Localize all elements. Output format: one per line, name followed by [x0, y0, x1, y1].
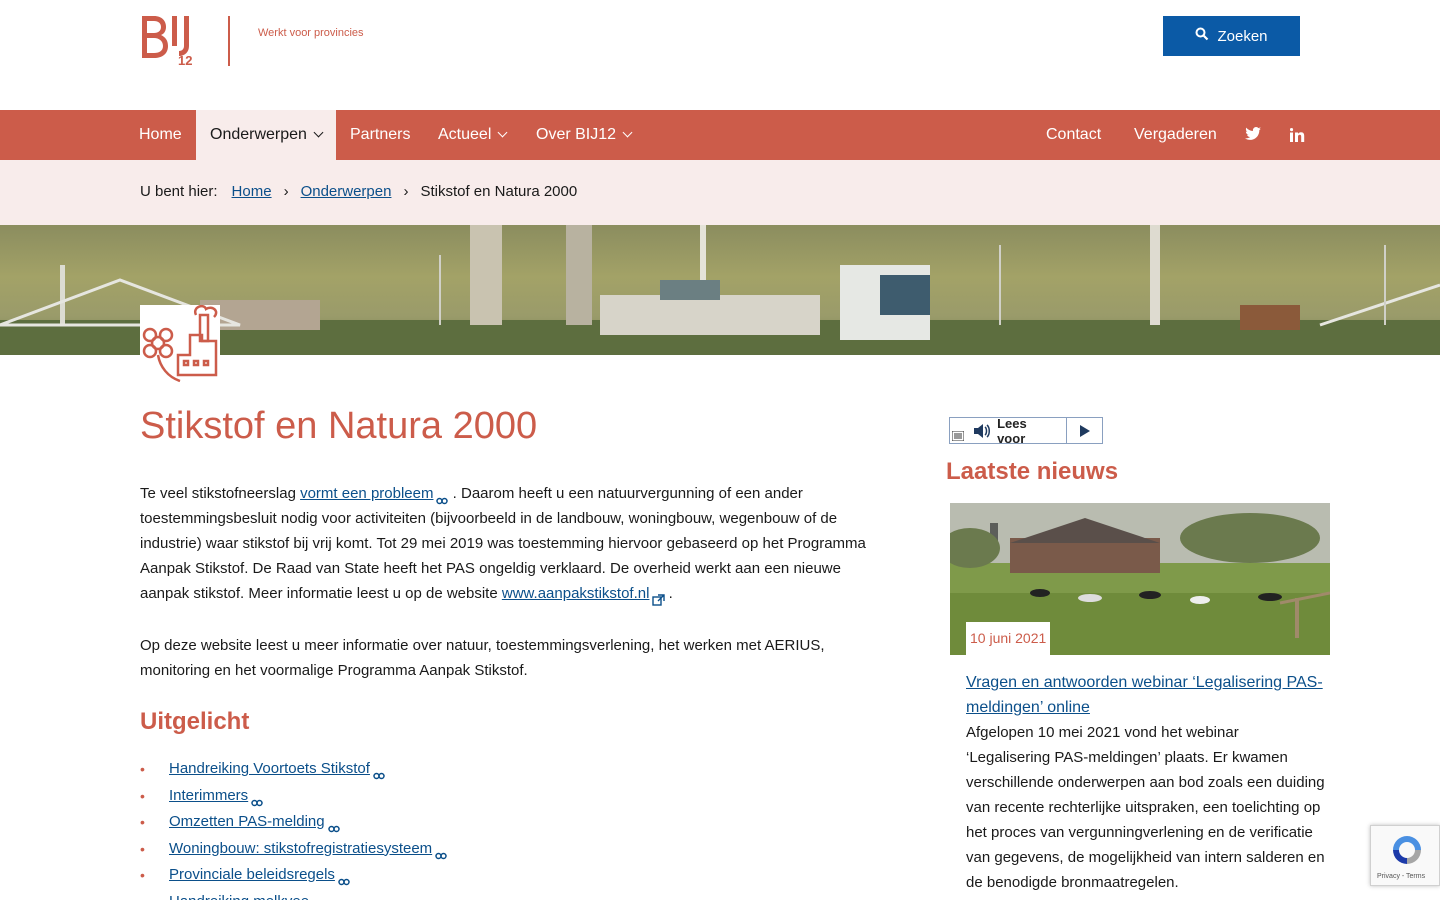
recaptcha-links[interactable]: Privacy - Terms	[1377, 873, 1425, 880]
nav-item-actueel[interactable]: Actueel	[438, 110, 508, 160]
breadcrumb-home[interactable]: Home	[232, 183, 272, 200]
aanpakstikstof-link-label: www.aanpakstikstof.nl	[501, 585, 650, 602]
uitgelicht-link[interactable]: Interimmers	[169, 783, 248, 810]
link-icon	[327, 817, 340, 833]
bullet-icon: •	[140, 889, 169, 900]
external-link-icon	[652, 589, 666, 606]
recaptcha-icon	[1391, 834, 1423, 871]
nav-item-label: Onderwerpen	[210, 126, 307, 143]
readspeaker-button[interactable]: Lees voor	[949, 415, 1103, 446]
topic-icon	[140, 304, 220, 385]
uitgelicht-list: • Handreiking Voortoets Stikstof • Interim…	[140, 756, 447, 900]
nav-item-label: Partners	[350, 126, 411, 143]
nav-item-partners[interactable]: Partners	[350, 110, 410, 160]
uitgelicht-link[interactable]: Provinciale beleidsregels	[169, 862, 335, 889]
breadcrumb-current: Stikstof en Natura 2000	[420, 183, 578, 200]
bullet-icon: •	[140, 867, 145, 883]
nav-item-label: Over BIJ12	[536, 126, 617, 143]
breadcrumb-onderwerpen[interactable]: Onderwerpen	[301, 183, 392, 200]
chevron-down-icon	[622, 127, 633, 138]
breadcrumb-separator: ›	[283, 183, 289, 200]
tagline: Werkt voor provincies	[258, 27, 364, 39]
list-item: • Provinciale beleidsregels	[140, 862, 447, 889]
breadcrumb-separator: ›	[403, 183, 409, 200]
link-icon	[436, 489, 449, 505]
problem-link[interactable]: vormt een probleem	[300, 485, 433, 502]
list-item: • Woningbouw: stikstofregistratiesysteem	[140, 836, 447, 863]
link-icon	[338, 870, 350, 886]
intro-text: Te veel stikstofneerslag	[140, 485, 301, 502]
speaker-icon	[973, 423, 991, 439]
play-icon[interactable]	[1066, 418, 1102, 443]
bullet-icon: •	[140, 761, 145, 777]
site-header: 12 Werkt voor provincies Zoeken	[0, 0, 1440, 110]
nav-item-home[interactable]: Home	[139, 110, 182, 160]
breadcrumb: U bent hier: Home › Onderwerpen › Stikst…	[0, 160, 1440, 225]
logo-divider	[228, 16, 230, 66]
list-item: •Handreiking melkvee	[140, 889, 447, 900]
uitgelicht-heading: Uitgelicht	[140, 708, 250, 735]
search-button[interactable]: Zoeken	[1163, 16, 1300, 56]
breadcrumb-prefix: U bent hier:	[140, 183, 218, 200]
uitgelicht-link[interactable]: Omzetten PAS-melding	[169, 809, 325, 836]
uitgelicht-link[interactable]: Woningbouw: stikstofregistratiesysteem	[169, 836, 432, 863]
nav-item-label: Home	[139, 126, 182, 143]
link-icon	[373, 764, 385, 780]
link-icon	[251, 791, 263, 806]
list-item: • Handreiking Voortoets Stikstof	[140, 756, 447, 783]
twitter-icon[interactable]	[1245, 127, 1261, 143]
page-title: Stikstof en Natura 2000	[140, 405, 538, 447]
nav-item-onderwerpen[interactable]: Onderwerpen	[196, 110, 336, 160]
uitgelicht-link[interactable]: Handreiking Voortoets Stikstof	[169, 756, 370, 783]
list-item: • Interimmers	[140, 783, 447, 810]
search-icon	[1195, 27, 1209, 45]
chevron-down-icon	[497, 127, 508, 138]
news-heading: Laatste nieuws	[946, 458, 1119, 485]
main-navigation: Home Onderwerpen Partners Actueel Over B…	[0, 110, 1440, 160]
nav-item-label: Actueel	[438, 126, 492, 143]
news-date: 10 juni 2021	[966, 622, 1051, 655]
link-icon	[435, 844, 447, 859]
linkedin-icon[interactable]	[1289, 128, 1305, 142]
chevron-down-icon	[313, 127, 324, 138]
menu-icon[interactable]	[952, 418, 965, 444]
bullet-icon: •	[140, 840, 145, 857]
search-button-label: Zoeken	[1217, 27, 1268, 45]
nav-item-label: Contact	[1046, 126, 1102, 143]
bij12-logo[interactable]: 12	[140, 16, 200, 68]
svg-text:12: 12	[178, 53, 192, 66]
second-paragraph: Op deze website leest u meer informatie …	[140, 637, 825, 679]
readspeaker-label: Lees voor	[997, 415, 1027, 446]
nav-item-vergaderen[interactable]: Vergaderen	[1134, 110, 1217, 160]
nav-item-contact[interactable]: Contact	[1046, 110, 1101, 160]
news-article-link[interactable]: Vragen en antwoorden webinar ‘Legaliseri…	[966, 670, 1326, 720]
problem-link-label: vormt een probleem	[300, 485, 434, 502]
news-summary: Afgelopen 10 mei 2021 vond het webinar ‘…	[966, 724, 1325, 891]
intro-text: .	[664, 585, 673, 602]
uitgelicht-link[interactable]: Handreiking melkvee	[169, 889, 309, 900]
recaptcha-badge[interactable]: Privacy - Terms	[1370, 825, 1440, 886]
nav-item-label: Vergaderen	[1134, 126, 1217, 143]
intro-paragraph: Te veel stikstofneerslag vormt een probl…	[140, 481, 880, 606]
nav-item-over-bij12[interactable]: Over BIJ12	[536, 110, 633, 160]
bullet-icon: •	[140, 787, 145, 804]
list-item: • Omzetten PAS-melding	[140, 809, 447, 836]
aanpakstikstof-link[interactable]: www.aanpakstikstof.nl	[502, 585, 650, 602]
bullet-icon: •	[140, 814, 145, 830]
